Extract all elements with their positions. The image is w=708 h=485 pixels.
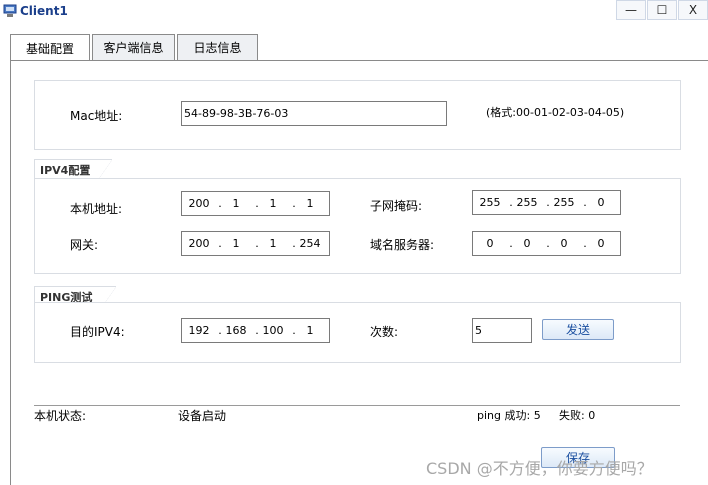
window-title: Client1 [20,4,68,18]
send-button[interactable]: 发送 [542,319,614,340]
tab-content-left-border [10,61,11,485]
gateway-label: 网关: [70,238,99,252]
subnet-mask-input[interactable]: 255 . 255 . 255 . 0 [472,190,621,215]
mac-label: Mac地址: [70,109,123,123]
status-divider [34,405,680,406]
dns-input[interactable]: 0 . 0 . 0 . 0 [472,231,621,256]
watermark-text: CSDN @不方便，你要方便吗？ [426,459,653,478]
ping-dest-label: 目的IPV4: [70,325,125,339]
close-icon: X [688,3,698,17]
local-ip-label: 本机地址: [70,202,123,216]
status-label: 本机状态: [34,409,87,423]
close-button[interactable]: X [678,0,708,20]
subnet-mask-label: 子网掩码: [370,199,423,213]
ping-dest-input[interactable]: 192 . 168 . 100 . 1 [181,318,330,343]
ipv4-group-title: IPV4配置 [34,159,112,180]
local-ip-input[interactable]: 200 . 1 . 1 . 1 [181,191,330,216]
client-app-icon [3,4,17,17]
tab-client-info[interactable]: 客户端信息 [92,34,175,60]
ping-success-count: ping 成功: 5 [477,409,541,422]
gateway-input[interactable]: 200 . 1 . 1 . 254 [181,231,330,256]
minimize-button[interactable]: — [616,0,646,20]
ping-fail-count: 失败: 0 [559,409,596,422]
tab-basic-config[interactable]: 基础配置 [10,34,90,61]
maximize-button[interactable]: ☐ [647,0,677,20]
maximize-icon: ☐ [656,3,668,17]
mac-format-hint: (格式:00-01-02-03-04-05) [486,106,625,119]
minimize-icon: — [625,3,637,17]
ping-count-label: 次数: [370,325,399,339]
ping-count-input[interactable]: 5 [472,318,532,343]
mac-input[interactable]: 54-89-98-3B-76-03 [181,101,447,126]
status-value: 设备启动 [178,409,227,423]
dns-label: 域名服务器: [370,238,435,252]
title-bar: Client1 — ☐ X [0,0,708,22]
tab-content-border [10,60,708,61]
tab-log-info[interactable]: 日志信息 [177,34,258,60]
